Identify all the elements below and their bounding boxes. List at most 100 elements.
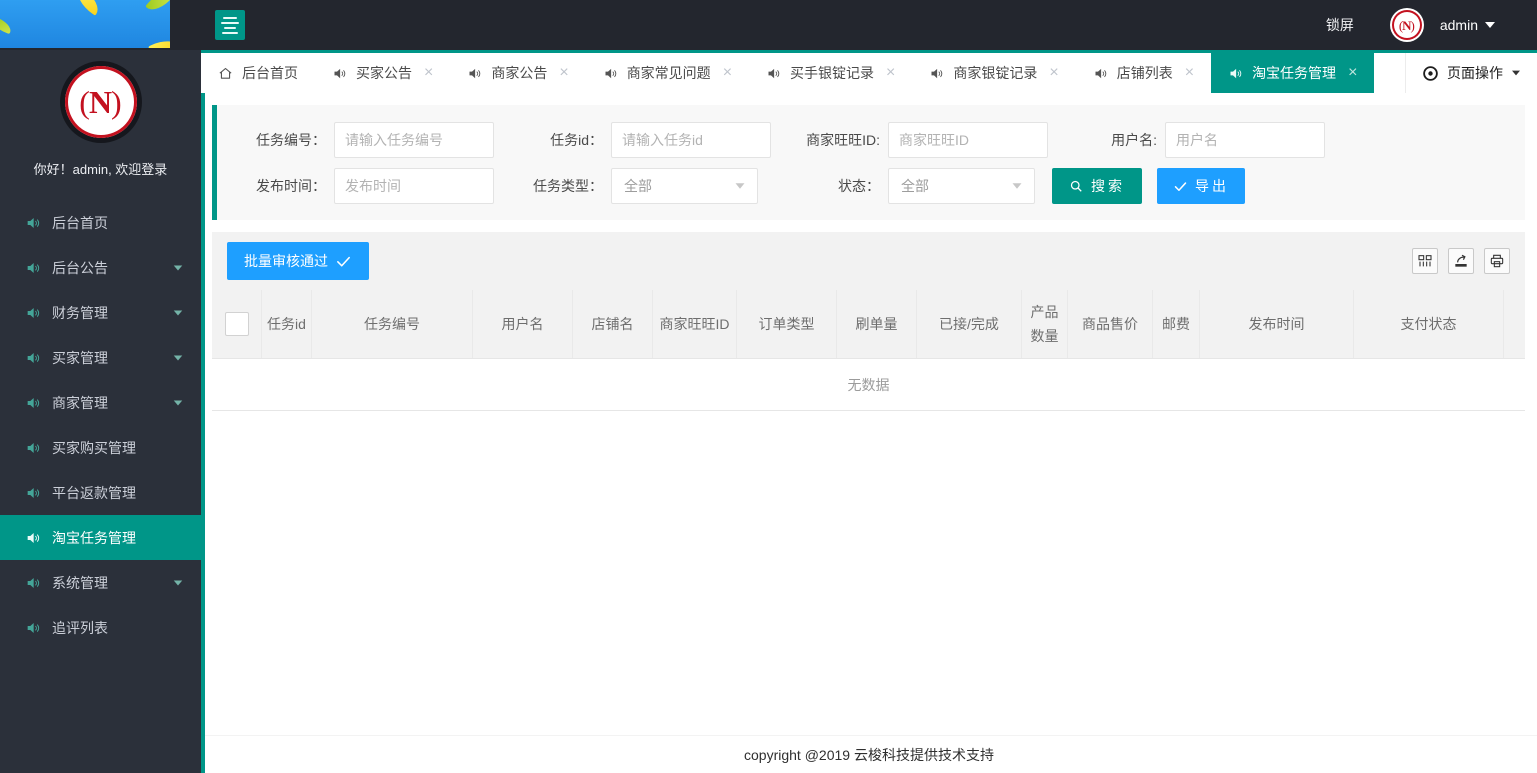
tab-label: 商家银锭记录	[953, 63, 1037, 83]
speaker-icon	[1228, 66, 1243, 81]
speaker-icon	[25, 305, 41, 321]
topbar: 锁屏 N admin	[0, 0, 1537, 50]
sidebar-item[interactable]: 系统管理	[0, 560, 201, 605]
filter-input[interactable]	[334, 122, 494, 158]
table-header-label: 任务id	[267, 312, 306, 336]
tab-label: 后台首页	[242, 63, 298, 83]
speaker-icon	[766, 66, 781, 81]
app-logo: N	[65, 66, 137, 138]
main-area: 后台首页 买家公告 × 商家公告 ×	[201, 50, 1537, 773]
table-header-row: 任务id 任务编号 用户名 店铺名 商家旺旺ID 订单类型 刷单量 已接/完成 …	[212, 290, 1525, 359]
table-header-cell: 任务编号	[312, 290, 473, 358]
select-value: 全部	[901, 176, 929, 196]
filter-input[interactable]	[888, 122, 1048, 158]
search-button[interactable]: 搜索	[1052, 168, 1142, 204]
filter-field: 任务id：	[494, 122, 771, 158]
sidebar-item[interactable]: 商家管理	[0, 380, 201, 425]
filter-field: 商家旺旺ID:	[771, 122, 1048, 158]
speaker-icon	[25, 215, 41, 231]
table-header-cell: 产品数量	[1022, 290, 1068, 358]
filter-select[interactable]: 全部	[888, 168, 1035, 204]
leaf-icon	[72, 0, 104, 16]
filter-input[interactable]	[1165, 122, 1325, 158]
tab[interactable]: 买家公告 ×	[315, 53, 450, 93]
table-header-cell: 商品售价	[1068, 290, 1153, 358]
tab[interactable]: 商家公告 ×	[450, 53, 585, 93]
sidebar-item[interactable]: 后台公告	[0, 245, 201, 290]
print-button[interactable]	[1484, 248, 1510, 274]
lock-screen-button[interactable]: 锁屏	[1326, 15, 1354, 35]
filter-input[interactable]	[611, 122, 771, 158]
filter-field: 用户名:	[1048, 122, 1325, 158]
menu-toggle-button[interactable]	[215, 10, 245, 40]
sidebar-item[interactable]: 财务管理	[0, 290, 201, 335]
filter-input[interactable]	[334, 168, 494, 204]
tab[interactable]: 淘宝任务管理 ×	[1211, 53, 1374, 93]
tab[interactable]: 买手银锭记录 ×	[749, 53, 912, 93]
close-icon[interactable]: ×	[1348, 64, 1357, 82]
leaf-icon	[148, 35, 170, 48]
brand-banner	[0, 0, 170, 48]
speaker-icon	[25, 440, 41, 456]
chevron-down-icon	[1512, 71, 1520, 76]
tab-label: 店铺列表	[1117, 63, 1173, 83]
tab[interactable]: 店铺列表 ×	[1076, 53, 1211, 93]
page-actions-dropdown[interactable]: 页面操作	[1405, 53, 1537, 93]
tab[interactable]: 后台首页	[201, 53, 315, 93]
sidebar-item-label: 财务管理	[52, 303, 108, 323]
table-header-cell: 商家旺旺ID	[653, 290, 737, 358]
sidebar-item[interactable]: 淘宝任务管理	[0, 515, 201, 560]
filter-row: 发布时间： 任务类型： 全部 状态：	[217, 168, 1525, 204]
columns-toggle-button[interactable]	[1412, 248, 1438, 274]
sidebar-item[interactable]: 平台返款管理	[0, 470, 201, 515]
chevron-down-icon	[174, 400, 183, 405]
sidebar-item[interactable]: 买家购买管理	[0, 425, 201, 470]
export-button[interactable]: 导出	[1157, 168, 1245, 204]
export-icon	[1453, 253, 1469, 269]
tab[interactable]: 商家银锭记录 ×	[912, 53, 1075, 93]
user-menu[interactable]: admin	[1440, 17, 1495, 33]
close-icon[interactable]: ×	[424, 64, 433, 82]
content: 任务编号： 任务id： 商家旺旺ID:	[201, 93, 1537, 735]
select-all-checkbox[interactable]	[225, 312, 249, 336]
home-icon	[218, 66, 233, 81]
batch-approve-button[interactable]: 批量审核通过	[227, 242, 369, 280]
sidebar-item[interactable]: 后台首页	[0, 200, 201, 245]
speaker-icon	[25, 260, 41, 276]
check-icon	[1173, 179, 1188, 194]
tab-label: 商家常见问题	[627, 63, 711, 83]
copyright-text: copyright @2019 云梭科技提供技术支持	[744, 745, 994, 765]
close-icon[interactable]: ×	[1185, 64, 1194, 82]
close-icon[interactable]: ×	[886, 64, 895, 82]
circle-dot-icon	[1422, 65, 1439, 82]
export-data-button[interactable]	[1448, 248, 1474, 274]
table-header-label: 邮费	[1162, 312, 1190, 336]
speaker-icon	[25, 395, 41, 411]
tab-label: 买家公告	[356, 63, 412, 83]
table-header-label: 商家旺旺ID	[660, 312, 730, 336]
filter-field: 任务类型： 全部	[494, 168, 771, 204]
speaker-icon	[1093, 66, 1108, 81]
footer: copyright @2019 云梭科技提供技术支持	[201, 735, 1537, 773]
page-actions-label: 页面操作	[1447, 63, 1503, 83]
sidebar-item[interactable]: 买家管理	[0, 335, 201, 380]
close-icon[interactable]: ×	[723, 64, 732, 82]
greeting-text: 你好！admin, 欢迎登录	[0, 159, 201, 178]
user-avatar[interactable]: N	[1392, 10, 1422, 40]
close-icon[interactable]: ×	[559, 64, 568, 82]
chevron-down-icon	[1013, 183, 1022, 188]
filter-select[interactable]: 全部	[611, 168, 758, 204]
table-toolbar: 批量审核通过	[212, 232, 1525, 290]
leaf-icon	[0, 17, 13, 34]
sidebar-item[interactable]: 追评列表	[0, 605, 201, 650]
columns-icon	[1417, 253, 1433, 269]
sidebar: N 你好！admin, 欢迎登录 后台首页 后台公告	[0, 50, 201, 773]
table-tool-icons	[1412, 248, 1510, 274]
table-header-cell: 刷单量	[837, 290, 917, 358]
close-icon[interactable]: ×	[1049, 64, 1058, 82]
tab[interactable]: 商家常见问题 ×	[586, 53, 749, 93]
table-header-label: 支付状态	[1401, 312, 1457, 336]
speaker-icon	[929, 66, 944, 81]
sidebar-item-label: 淘宝任务管理	[52, 528, 136, 548]
chevron-down-icon	[174, 580, 183, 585]
